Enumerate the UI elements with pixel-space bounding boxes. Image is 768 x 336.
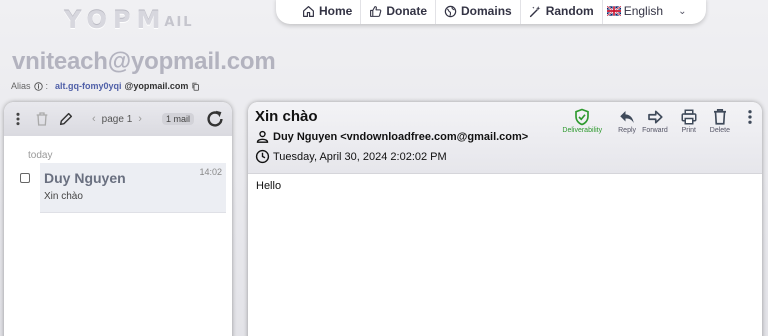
message-panel: Xin chào Duy Nguyen <vndownloadfree.com@… xyxy=(248,102,762,336)
deliverability-label: Deliverability xyxy=(562,127,603,134)
magic-wand-icon xyxy=(529,5,541,17)
list-item[interactable]: Duy Nguyen 14:02 Xin chào xyxy=(4,163,232,213)
trash-icon xyxy=(713,109,726,125)
printer-icon xyxy=(681,109,697,125)
uk-flag-icon xyxy=(606,6,621,16)
pencil-icon[interactable] xyxy=(58,111,74,127)
nav-donate-label: Donate xyxy=(386,4,428,18)
shield-check-icon xyxy=(575,108,590,126)
alias-domain: @yopmail.com xyxy=(124,81,189,91)
alias-address[interactable]: alt.gq-fomy0yqi xyxy=(55,81,122,91)
home-icon xyxy=(303,5,314,17)
message-sender: Duy Nguyen <vndownloadfree.com@gmail.com… xyxy=(255,129,528,144)
nav-donate[interactable]: Donate xyxy=(361,0,437,24)
nav-domains-label: Domains xyxy=(461,4,512,18)
forward-label: Forward xyxy=(642,127,668,134)
forward-button[interactable]: Forward xyxy=(642,108,668,134)
message-actions: Deliverability Reply Forward Print Delet… xyxy=(556,108,756,134)
chevron-right-icon[interactable]: › xyxy=(138,113,142,125)
delete-label: Delete xyxy=(709,127,730,134)
nav-random[interactable]: Random xyxy=(521,0,603,24)
message-date-text: Tuesday, April 30, 2024 2:02:02 PM xyxy=(273,150,447,163)
trash-icon[interactable] xyxy=(34,111,50,127)
thumbs-up-icon xyxy=(370,5,382,17)
mail-count-badge: 1 mail xyxy=(161,113,194,125)
mail-list-panel: ‹ page 1 › 1 mail today Duy Nguyen 14:02… xyxy=(4,102,232,336)
nav-random-label: Random xyxy=(545,4,594,18)
message-body: Hello xyxy=(256,180,282,192)
more-actions-button[interactable] xyxy=(744,108,756,126)
select-checkbox[interactable] xyxy=(20,173,30,183)
print-button[interactable]: Print xyxy=(680,108,698,134)
mail-list-entry[interactable]: Duy Nguyen 14:02 Xin chào xyxy=(40,163,226,213)
copy-icon[interactable] xyxy=(191,82,200,91)
delete-button[interactable]: Delete xyxy=(710,108,730,134)
reply-button[interactable]: Reply xyxy=(618,108,636,134)
person-icon xyxy=(256,130,269,143)
logo-text-suffix: AIL xyxy=(164,15,194,30)
mail-sender: Duy Nguyen xyxy=(44,170,126,186)
more-vertical-icon[interactable] xyxy=(10,111,26,127)
nav-domains[interactable]: Domains xyxy=(436,0,521,24)
language-selector[interactable]: English ⌄ xyxy=(603,4,687,18)
clock-icon xyxy=(255,149,270,164)
chevron-down-icon: ⌄ xyxy=(678,5,687,17)
alias-row: Alias : alt.gq-fomy0yqi @yopmail.com xyxy=(11,81,200,91)
message-date: Tuesday, April 30, 2024 2:02:02 PM xyxy=(255,149,447,164)
message-subject: Xin chào xyxy=(255,108,318,125)
reply-icon xyxy=(620,111,634,123)
pager: ‹ page 1 › xyxy=(92,113,142,125)
mail-subject-preview: Xin chào xyxy=(44,191,83,202)
forward-icon xyxy=(648,110,663,124)
date-group-label: today xyxy=(28,150,53,161)
reply-label: Reply xyxy=(618,127,637,134)
inbox-email-address: vniteach@yopmail.com xyxy=(12,48,276,75)
deliverability-button[interactable]: Deliverability xyxy=(562,108,602,134)
nav-home-label: Home xyxy=(319,4,353,18)
print-label: Print xyxy=(681,127,696,134)
more-vertical-icon xyxy=(748,110,752,124)
language-label: English xyxy=(623,4,664,18)
top-navigation: Home Donate Domains Random English ⌄ xyxy=(276,0,706,24)
message-header: Xin chào Duy Nguyen <vndownloadfree.com@… xyxy=(248,102,762,174)
alias-label: Alias xyxy=(11,81,31,91)
yopmail-logo[interactable]: YOPM AIL xyxy=(64,4,194,34)
message-sender-text: Duy Nguyen <vndownloadfree.com@gmail.com… xyxy=(273,130,529,143)
page-label: page 1 xyxy=(101,113,133,125)
logo-text-main: YOPM xyxy=(64,6,167,34)
refresh-icon[interactable] xyxy=(204,108,226,130)
nav-home[interactable]: Home xyxy=(294,0,362,24)
chevron-left-icon[interactable]: ‹ xyxy=(92,113,96,125)
mail-list-toolbar: ‹ page 1 › 1 mail xyxy=(4,102,232,136)
globe-icon xyxy=(444,5,457,17)
info-icon[interactable] xyxy=(33,81,43,91)
mail-time: 14:02 xyxy=(199,167,222,177)
